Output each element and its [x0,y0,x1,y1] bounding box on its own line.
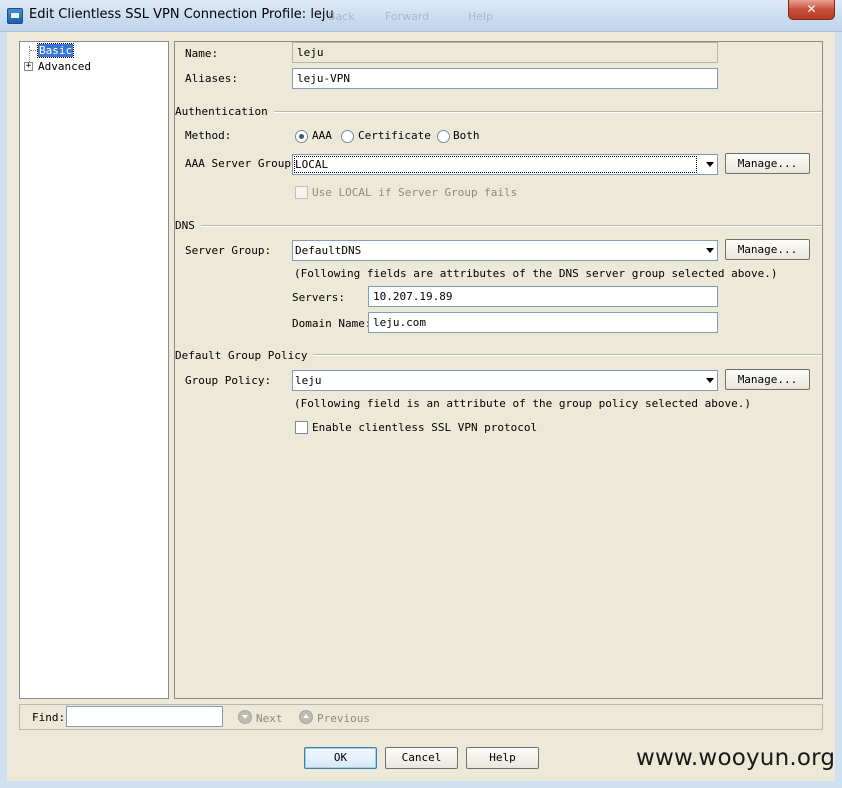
method-certificate-label[interactable]: Certificate [358,129,431,142]
tree-expand-icon[interactable]: + [24,62,33,71]
close-icon: ✕ [806,2,817,16]
focus-rectangle [294,156,697,173]
name-field: leju [292,42,718,63]
ghost-help-label: Help [468,10,494,23]
aaa-server-group-select[interactable]: LOCAL [292,154,718,175]
dns-note: (Following fields are attributes of the … [294,267,778,280]
next-arrow-icon[interactable] [238,710,252,724]
tree-item-basic[interactable]: Basic [36,43,75,58]
tree-connector-line [30,50,38,51]
group-policy-section-title: Default Group Policy [175,349,314,362]
servers-field[interactable]: 10.207.19.89 [368,286,718,307]
group-policy-select[interactable]: leju [292,370,718,391]
watermark-text: www.wooyun.org [636,745,836,771]
method-aaa-radio[interactable] [295,130,308,143]
dns-manage-button[interactable]: Manage... [725,239,810,260]
method-both-radio[interactable] [437,130,450,143]
chevron-down-icon [706,378,714,383]
ghost-back-label: Back [328,10,355,23]
aaa-server-group-label: AAA Server Group: [185,157,298,170]
window-title: Edit Clientless SSL VPN Connection Profi… [29,7,334,22]
method-aaa-label[interactable]: AAA [312,129,332,142]
dns-server-group-select[interactable]: DefaultDNS [292,240,718,261]
chevron-down-icon [706,162,714,167]
domain-name-label: Domain Name: [292,317,372,330]
find-next-button[interactable]: Next [256,712,283,725]
dns-server-group-value: DefaultDNS [295,244,362,257]
dns-section-title: DNS [175,219,201,232]
authentication-section-title: Authentication [175,105,274,118]
find-label: Find: [32,711,66,724]
tree-item-advanced[interactable]: Advanced [38,60,91,73]
servers-label: Servers: [292,291,345,304]
find-previous-button[interactable]: Previous [317,712,370,725]
name-label: Name: [185,47,219,60]
app-icon [7,8,23,24]
previous-arrow-icon[interactable] [299,710,313,724]
group-policy-value: leju [295,374,322,387]
ok-button[interactable]: OK [304,747,377,769]
enable-clientless-label: Enable clientless SSL VPN protocol [312,421,538,434]
enable-clientless-checkbox[interactable] [295,421,308,434]
aliases-label: Aliases: [185,72,238,85]
group-policy-manage-button[interactable]: Manage... [725,369,810,390]
use-local-fallback-checkbox[interactable] [295,186,308,199]
dns-server-group-label: Server Group: [185,244,272,257]
aliases-field[interactable]: leju-VPN [292,68,718,89]
aaa-manage-button[interactable]: Manage... [725,153,810,174]
group-policy-note: (Following field is an attribute of the … [294,397,751,410]
method-label: Method: [185,129,232,142]
domain-name-field[interactable]: leju.com [368,312,718,333]
method-both-label[interactable]: Both [453,129,480,142]
section-separator [260,111,822,113]
group-policy-label: Group Policy: [185,374,272,387]
section-separator [200,225,822,227]
ghost-forward-label: Forward [385,10,430,23]
chevron-down-icon [706,248,714,253]
tree-connector-line [29,46,30,62]
method-certificate-radio[interactable] [341,130,354,143]
help-button[interactable]: Help [466,747,539,769]
navigation-tree [19,41,169,699]
use-local-fallback-label: Use LOCAL if Server Group fails [312,186,518,199]
section-separator [300,354,822,356]
find-input[interactable] [66,706,223,727]
cancel-button[interactable]: Cancel [385,747,458,769]
close-button[interactable]: ✕ [788,0,835,20]
